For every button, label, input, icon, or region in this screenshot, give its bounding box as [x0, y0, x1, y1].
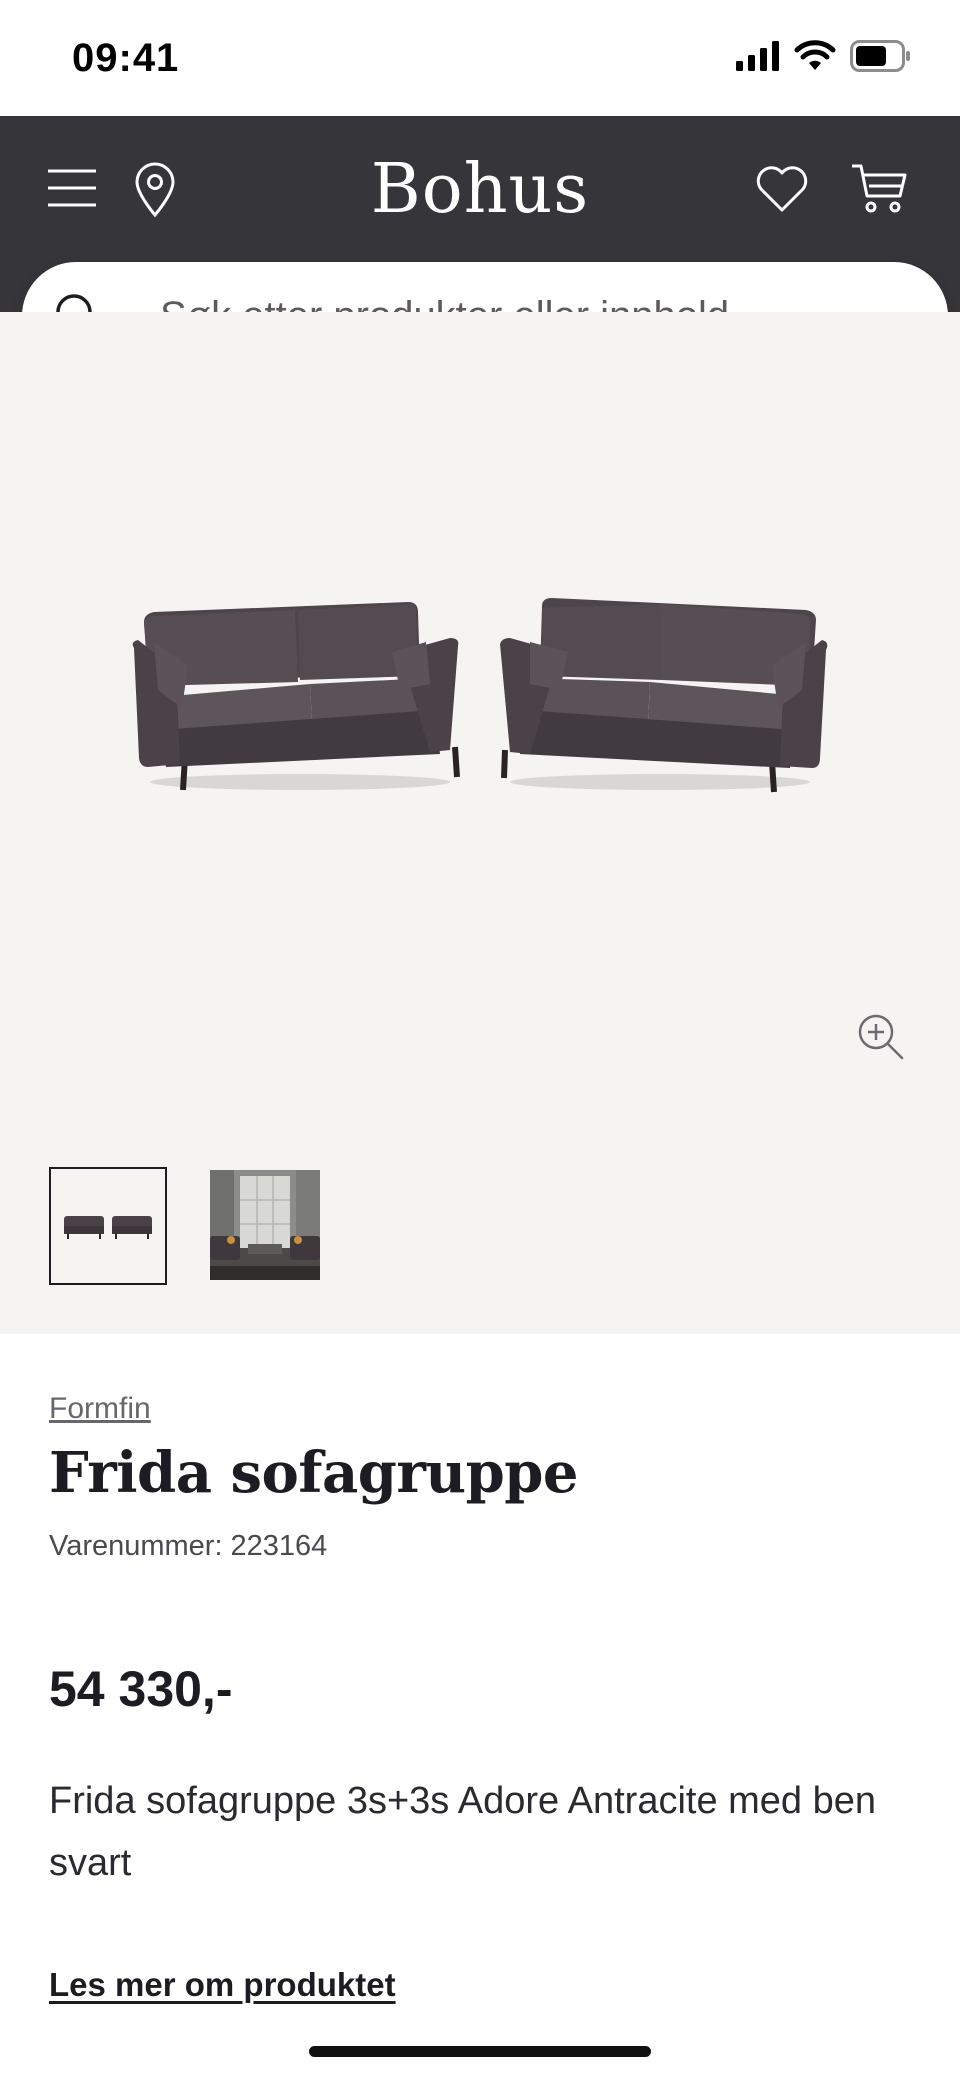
brand-link[interactable]: Formfin — [49, 1392, 151, 1426]
signal-icon — [736, 41, 779, 71]
home-indicator[interactable] — [309, 2046, 651, 2057]
product-title: Frida sofagruppe — [49, 1440, 579, 1506]
cart-icon[interactable] — [850, 162, 908, 216]
sku-line: Varenummer: 223164 — [49, 1530, 327, 1563]
battery-icon — [850, 40, 910, 72]
product-price: 54 330,- — [49, 1661, 233, 1717]
status-icons — [736, 40, 912, 72]
sku-label: Varenummer: — [49, 1530, 223, 1562]
zoom-in-icon[interactable] — [856, 1012, 906, 1062]
bohus-logo[interactable]: Bohus — [0, 150, 960, 229]
product-gallery — [0, 312, 960, 1334]
wifi-icon — [794, 40, 836, 70]
sofa-left — [132, 602, 460, 791]
sofa-right — [500, 598, 828, 793]
thumbnail-sofa-pair[interactable] — [49, 1167, 167, 1285]
sku-value: 223164 — [230, 1530, 328, 1562]
thumbnail-room-scene[interactable] — [210, 1170, 320, 1280]
read-more-link[interactable]: Les mer om produktet — [49, 1966, 396, 2004]
product-image[interactable] — [130, 582, 830, 802]
product-description: Frida sofagruppe 3s+3s Adore Antracite m… — [49, 1780, 877, 1884]
heart-icon[interactable] — [755, 164, 809, 214]
status-time: 09:41 — [72, 36, 180, 80]
status-bar: 09:41 — [0, 0, 960, 116]
